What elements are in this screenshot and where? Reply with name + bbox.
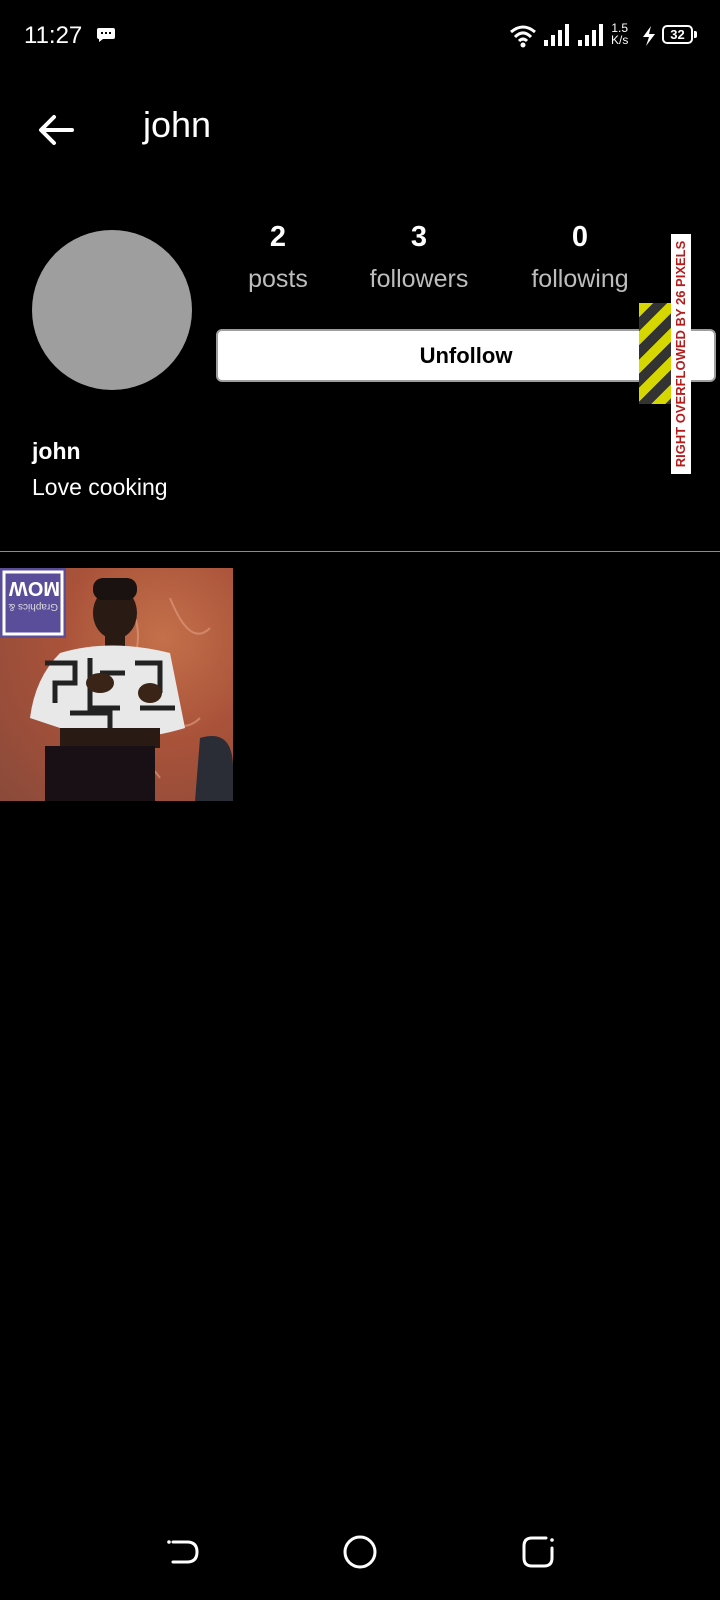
profile-name: john [32, 438, 81, 464]
nav-recents-icon[interactable] [516, 1530, 560, 1574]
divider [0, 551, 720, 552]
nav-home-icon[interactable] [338, 1530, 382, 1574]
status-time: 11:27 [24, 22, 83, 49]
avatar[interactable] [32, 230, 192, 390]
network-speed-unit: K/s [611, 33, 629, 47]
stat-following[interactable]: 0 following [505, 219, 655, 294]
signal-icon-sim1 [544, 24, 569, 46]
post-thumbnail[interactable]: MOW Graphics & [0, 568, 233, 801]
overflow-warning-label: RIGHT OVERFLOWED BY 26 PIXELS [671, 234, 691, 474]
posts-count: 2 [269, 221, 287, 253]
following-count: 0 [571, 221, 589, 253]
overflow-warning-text: RIGHT OVERFLOWED BY 26 PIXELS [673, 240, 688, 468]
followers-count: 3 [410, 221, 428, 253]
wifi-icon [510, 25, 536, 48]
back-arrow-icon[interactable] [34, 108, 78, 152]
charging-icon [643, 26, 655, 46]
overflow-warning-stripe [639, 303, 671, 404]
page-title: john [143, 104, 212, 145]
battery-level: 32 [670, 27, 685, 42]
sign-text-sub: Graphics & [8, 601, 58, 612]
following-label: following [531, 265, 629, 293]
battery-icon: 32 [662, 25, 693, 44]
signal-icon-sim2 [578, 24, 603, 46]
message-notification-icon [97, 28, 115, 42]
posts-label: posts [248, 265, 308, 293]
battery-tip [694, 31, 697, 38]
network-speed: 1.5 K/s [611, 22, 628, 46]
stat-followers[interactable]: 3 followers [344, 219, 494, 294]
sign-text-main: MOW [9, 577, 60, 599]
post-image: MOW Graphics & [0, 568, 233, 801]
profile-bio: Love cooking [32, 474, 168, 500]
nav-back-icon[interactable] [161, 1530, 205, 1574]
stat-posts[interactable]: 2 posts [203, 219, 353, 294]
followers-label: followers [369, 265, 469, 293]
